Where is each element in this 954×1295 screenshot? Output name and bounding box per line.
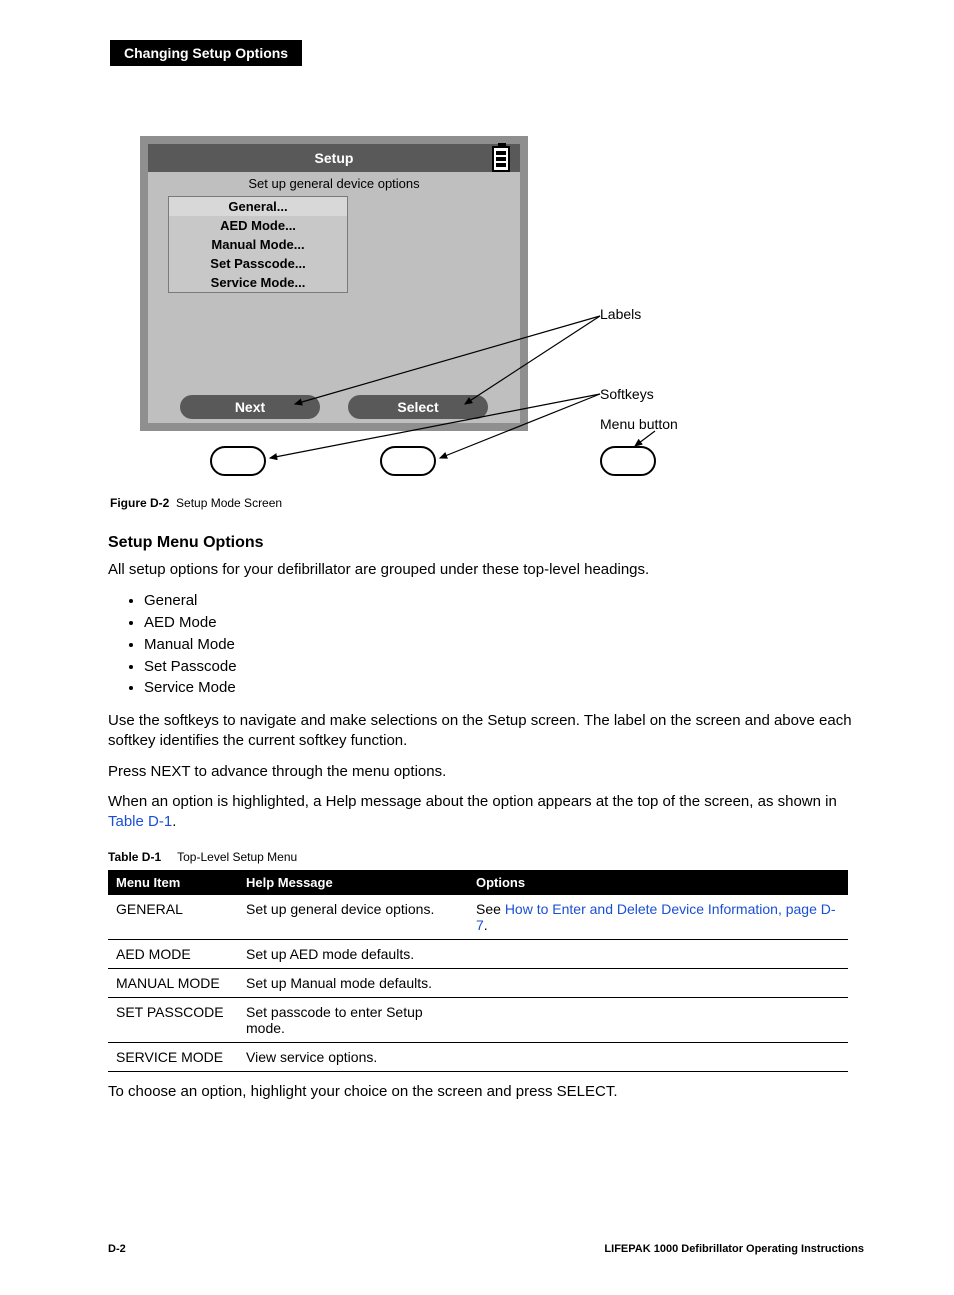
page-number: D-2 xyxy=(108,1243,126,1255)
figure-id: Figure D-2 xyxy=(110,496,169,510)
hardware-menu-button xyxy=(600,446,656,476)
menu-item-service: Service Mode... xyxy=(169,273,347,292)
options-list: General AED Mode Manual Mode Set Passcod… xyxy=(128,590,894,699)
list-item: AED Mode xyxy=(144,612,894,634)
device-info-link[interactable]: How to Enter and Delete Device Informati… xyxy=(476,901,836,933)
cell-help: Set up Manual mode defaults. xyxy=(238,969,468,998)
annotation-menu-button: Menu button xyxy=(600,416,678,432)
cell-help: Set up general device options. xyxy=(238,895,468,940)
table-row: AED MODE Set up AED mode defaults. xyxy=(108,940,848,969)
annotation-labels: Labels xyxy=(600,306,641,322)
device-subtitle: Set up general device options xyxy=(148,176,520,191)
cell-item: AED MODE xyxy=(108,940,238,969)
col-help-message: Help Message xyxy=(238,870,468,895)
setup-table: Menu Item Help Message Options GENERAL S… xyxy=(108,870,848,1072)
menu-item-passcode: Set Passcode... xyxy=(169,254,347,273)
cell-help: View service options. xyxy=(238,1043,468,1072)
battery-icon xyxy=(492,146,510,172)
page-footer: D-2 LIFEPAK 1000 Defibrillator Operating… xyxy=(108,1243,864,1255)
cell-item: MANUAL MODE xyxy=(108,969,238,998)
hardware-button-left xyxy=(210,446,266,476)
closing-paragraph: To choose an option, highlight your choi… xyxy=(108,1082,864,1102)
cell-item: SET PASSCODE xyxy=(108,998,238,1043)
cell-item: GENERAL xyxy=(108,895,238,940)
help-suffix: . xyxy=(172,813,176,830)
cell-options xyxy=(468,969,848,998)
table-id: Table D-1 xyxy=(108,850,161,864)
list-item: Service Mode xyxy=(144,677,894,699)
figure-caption: Figure D-2 Setup Mode Screen xyxy=(110,496,894,510)
device-titlebar: Setup xyxy=(148,144,520,172)
table-d1-link[interactable]: Table D-1 xyxy=(108,813,172,830)
help-prefix: When an option is highlighted, a Help me… xyxy=(108,793,837,810)
softkey-select: Select xyxy=(348,395,488,419)
cell-help: Set passcode to enter Setup mode. xyxy=(238,998,468,1043)
menu-item-aed: AED Mode... xyxy=(169,216,347,235)
table-caption-text: Top-Level Setup Menu xyxy=(177,850,297,864)
annotation-softkeys: Softkeys xyxy=(600,386,654,402)
section-header-tag: Changing Setup Options xyxy=(110,40,302,66)
table-row: SERVICE MODE View service options. xyxy=(108,1043,848,1072)
col-menu-item: Menu Item xyxy=(108,870,238,895)
softkeys-paragraph: Use the softkeys to navigate and make se… xyxy=(108,711,864,752)
device-frame: Setup Set up general device options Gene… xyxy=(140,136,528,431)
table-row: GENERAL Set up general device options. S… xyxy=(108,895,848,940)
help-paragraph: When an option is highlighted, a Help me… xyxy=(108,792,864,833)
col-options: Options xyxy=(468,870,848,895)
figure-caption-text: Setup Mode Screen xyxy=(176,496,282,510)
opt-prefix: See xyxy=(476,901,505,917)
list-item: General xyxy=(144,590,894,612)
intro-paragraph: All setup options for your defibrillator… xyxy=(108,560,864,580)
cell-options xyxy=(468,998,848,1043)
next-paragraph: Press NEXT to advance through the menu o… xyxy=(108,762,864,782)
cell-options: See How to Enter and Delete Device Infor… xyxy=(468,895,848,940)
table-row: MANUAL MODE Set up Manual mode defaults. xyxy=(108,969,848,998)
opt-suffix: . xyxy=(484,917,488,933)
section-heading: Setup Menu Options xyxy=(108,534,894,552)
table-row: SET PASSCODE Set passcode to enter Setup… xyxy=(108,998,848,1043)
cell-help: Set up AED mode defaults. xyxy=(238,940,468,969)
list-item: Manual Mode xyxy=(144,634,894,656)
table-caption: Table D-1 Top-Level Setup Menu xyxy=(108,850,894,864)
cell-item: SERVICE MODE xyxy=(108,1043,238,1072)
menu-item-manual: Manual Mode... xyxy=(169,235,347,254)
cell-options xyxy=(468,940,848,969)
cell-options xyxy=(468,1043,848,1072)
figure-d2: Setup Set up general device options Gene… xyxy=(110,136,894,496)
setup-menu: General... AED Mode... Manual Mode... Se… xyxy=(168,196,348,293)
list-item: Set Passcode xyxy=(144,656,894,678)
softkey-next: Next xyxy=(180,395,320,419)
hardware-button-right xyxy=(380,446,436,476)
menu-item-general: General... xyxy=(169,197,347,216)
doc-title: LIFEPAK 1000 Defibrillator Operating Ins… xyxy=(604,1243,864,1255)
